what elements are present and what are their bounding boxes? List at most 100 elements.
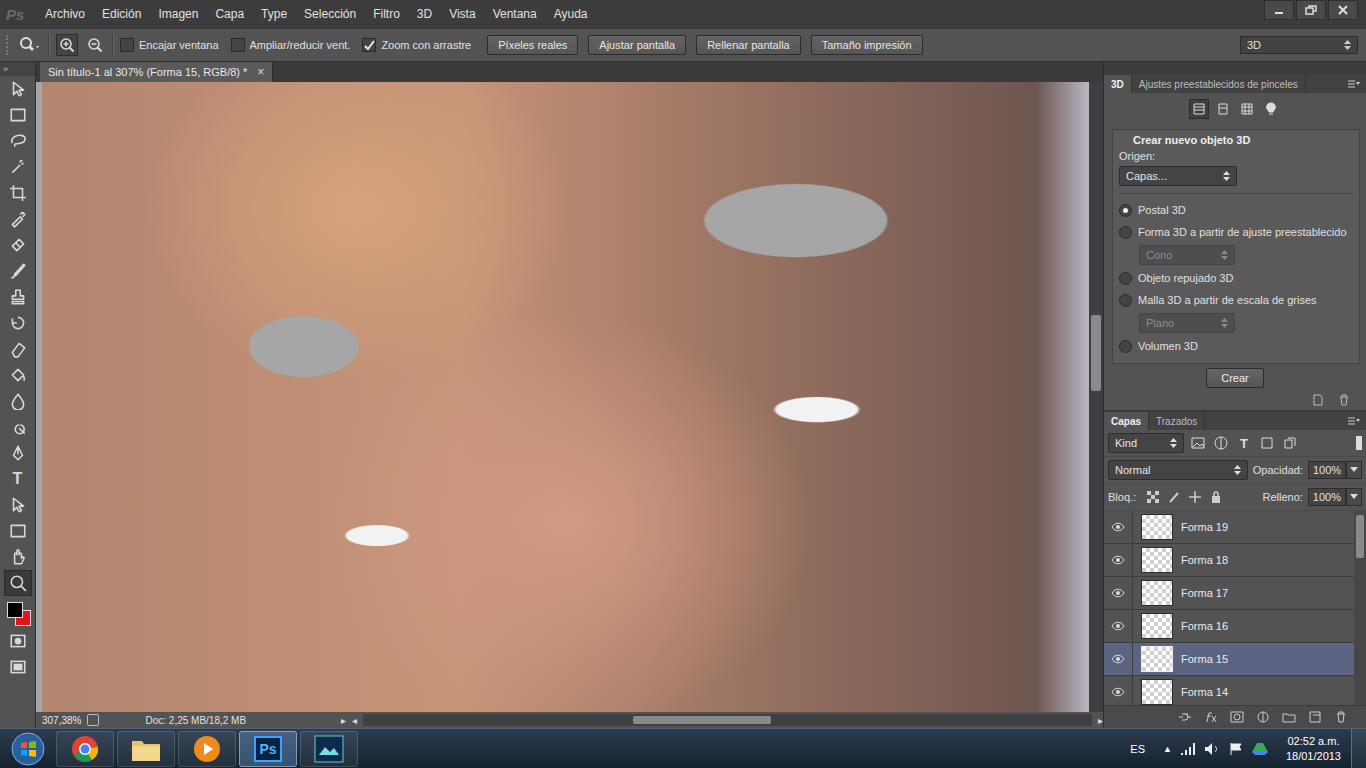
opacity-field[interactable]: 100% bbox=[1308, 461, 1346, 479]
vertical-scrollbar[interactable] bbox=[1089, 82, 1103, 712]
3d-view-icon[interactable] bbox=[1261, 99, 1281, 119]
option-button[interactable]: Píxeles reales bbox=[487, 35, 578, 55]
menu-item[interactable]: Capa bbox=[206, 7, 252, 21]
radio-option[interactable]: Malla 3D a partir de escala de grises bbox=[1119, 291, 1353, 309]
media-player-icon[interactable] bbox=[178, 731, 236, 767]
panel-tab[interactable]: Capas bbox=[1104, 412, 1149, 430]
tray-expand[interactable]: ▲ bbox=[1163, 744, 1172, 754]
radio-button[interactable] bbox=[1119, 226, 1132, 239]
checkbox-box[interactable] bbox=[120, 38, 134, 52]
panel-menu-icon[interactable] bbox=[1342, 75, 1366, 93]
tool-button[interactable] bbox=[4, 180, 32, 206]
network-icon[interactable] bbox=[1180, 742, 1196, 756]
layer-row[interactable]: Forma 18 bbox=[1104, 544, 1354, 577]
option-checkbox[interactable]: Encajar ventana bbox=[120, 38, 219, 52]
eye-icon[interactable] bbox=[1104, 577, 1133, 609]
menu-item[interactable]: Ayuda bbox=[545, 7, 596, 21]
tool-button[interactable]: T bbox=[4, 466, 32, 492]
tool-button[interactable] bbox=[4, 518, 32, 544]
radio-button[interactable] bbox=[1119, 340, 1132, 353]
lock-all-icon[interactable] bbox=[1208, 491, 1224, 503]
checkbox-box[interactable] bbox=[231, 38, 245, 52]
tool-button[interactable] bbox=[4, 284, 32, 310]
tab-close-button[interactable]: × bbox=[257, 65, 264, 79]
radio-option[interactable]: Forma 3D a partir de ajuste preestableci… bbox=[1119, 223, 1353, 241]
new-icon[interactable] bbox=[1308, 711, 1322, 723]
radio-option[interactable]: Objeto repujado 3D bbox=[1119, 269, 1353, 287]
layers-scrollbar[interactable] bbox=[1354, 511, 1366, 705]
action-center-icon[interactable] bbox=[1228, 742, 1244, 756]
tool-button[interactable] bbox=[4, 544, 32, 570]
drive-icon[interactable] bbox=[1252, 742, 1268, 756]
close-icon[interactable] bbox=[1328, 0, 1358, 20]
eye-icon[interactable] bbox=[1104, 643, 1133, 675]
filter-img-icon[interactable] bbox=[1189, 436, 1207, 450]
dropdown-arrow-icon[interactable] bbox=[1346, 461, 1362, 479]
menu-item[interactable]: Archivo bbox=[36, 7, 93, 21]
horizontal-scrollbar[interactable] bbox=[363, 714, 1092, 726]
preset-select[interactable]: Plano bbox=[1139, 313, 1235, 333]
panel-tab[interactable]: Trazados bbox=[1149, 412, 1205, 430]
foreground-color[interactable] bbox=[7, 602, 23, 618]
3d-view-icon[interactable] bbox=[1237, 99, 1257, 119]
minimize-icon[interactable] bbox=[1264, 0, 1294, 20]
tool-button[interactable] bbox=[4, 570, 32, 596]
canvas[interactable] bbox=[36, 82, 1089, 712]
tool-button[interactable] bbox=[4, 388, 32, 414]
mask-icon[interactable] bbox=[1230, 711, 1244, 723]
tool-button[interactable] bbox=[4, 310, 32, 336]
tool-button[interactable] bbox=[4, 232, 32, 258]
workspace-select[interactable]: 3D bbox=[1240, 36, 1358, 54]
3d-view-icon[interactable] bbox=[1213, 99, 1233, 119]
zoom-in-icon[interactable] bbox=[56, 34, 78, 56]
layer-row[interactable]: Forma 14 bbox=[1104, 676, 1354, 705]
option-checkbox[interactable]: Zoom con arrastre bbox=[362, 38, 471, 52]
tool-button[interactable] bbox=[4, 206, 32, 232]
folder-icon[interactable] bbox=[1282, 711, 1296, 723]
tool-button[interactable] bbox=[4, 336, 32, 362]
status-icon[interactable] bbox=[87, 714, 99, 726]
scroll-thumb[interactable] bbox=[1091, 315, 1101, 391]
option-button[interactable]: Rellenar pantalla bbox=[696, 35, 801, 55]
new-item-icon[interactable] bbox=[1312, 394, 1324, 408]
menu-item[interactable]: Selección bbox=[295, 7, 364, 21]
tool-button[interactable] bbox=[4, 362, 32, 388]
radio-button[interactable] bbox=[1119, 204, 1132, 217]
menu-item[interactable]: Ventana bbox=[484, 7, 545, 21]
tool-button[interactable] bbox=[4, 128, 32, 154]
layer-filter-select[interactable]: Kind bbox=[1108, 433, 1184, 453]
trash-icon[interactable] bbox=[1334, 711, 1348, 723]
zoom-out-icon[interactable] bbox=[84, 34, 106, 56]
layer-row[interactable]: Forma 19 bbox=[1104, 511, 1354, 544]
explorer-icon[interactable] bbox=[117, 731, 175, 767]
photoshop-icon[interactable]: Ps bbox=[239, 731, 297, 767]
collapse-icon[interactable]: » bbox=[3, 64, 8, 74]
language-indicator[interactable]: ES bbox=[1130, 743, 1145, 755]
zoom-tool-icon[interactable] bbox=[18, 36, 42, 54]
blend-mode-select[interactable]: Normal bbox=[1108, 460, 1248, 480]
screen-mode-icon[interactable] bbox=[4, 654, 32, 680]
app-icon[interactable] bbox=[300, 731, 358, 767]
volume-icon[interactable] bbox=[1204, 742, 1220, 756]
menu-item[interactable]: Edición bbox=[93, 7, 149, 21]
preset-select[interactable]: Cono bbox=[1139, 245, 1235, 265]
lock-pixels-icon[interactable] bbox=[1166, 491, 1182, 503]
restore-icon[interactable] bbox=[1296, 0, 1326, 20]
link-icon[interactable] bbox=[1178, 711, 1192, 723]
adjust-icon[interactable] bbox=[1256, 711, 1270, 723]
tool-button[interactable] bbox=[4, 258, 32, 284]
radio-button[interactable] bbox=[1119, 294, 1132, 307]
3d-view-icon[interactable] bbox=[1189, 99, 1209, 119]
menu-item[interactable]: 3D bbox=[408, 7, 440, 21]
dropdown-arrow-icon[interactable] bbox=[1346, 488, 1362, 506]
eye-icon[interactable] bbox=[1104, 676, 1133, 705]
panel-tab[interactable]: 3D bbox=[1104, 75, 1132, 93]
source-select[interactable]: Capas... bbox=[1119, 166, 1237, 186]
eye-icon[interactable] bbox=[1104, 610, 1133, 642]
menu-item[interactable]: Filtro bbox=[364, 7, 408, 21]
layer-row[interactable]: Forma 15 bbox=[1104, 643, 1354, 676]
layer-row[interactable]: Forma 17 bbox=[1104, 577, 1354, 610]
menu-item[interactable]: Type bbox=[252, 7, 295, 21]
scroll-left-arrow[interactable]: ◂ bbox=[352, 715, 357, 726]
create-button[interactable]: Crear bbox=[1206, 368, 1264, 388]
